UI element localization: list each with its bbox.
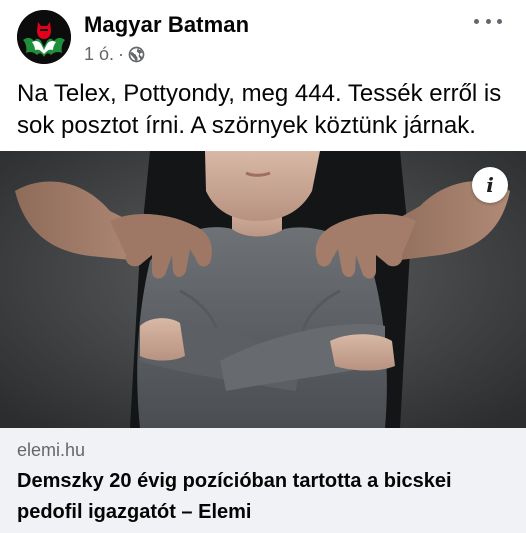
info-glyph: i (486, 173, 494, 197)
link-preview-image[interactable] (0, 151, 526, 428)
info-icon[interactable]: i (472, 167, 508, 203)
post-meta: 1 ó. · (84, 43, 145, 65)
globe-icon (128, 46, 145, 62)
batman-logo-icon (17, 10, 71, 64)
more-options-icon[interactable] (474, 12, 502, 30)
author-name[interactable]: Magyar Batman (84, 12, 249, 38)
preview-photo (0, 151, 526, 428)
post-time[interactable]: 1 ó. (84, 44, 114, 65)
more-dot (485, 18, 491, 24)
link-preview-card[interactable]: elemi.hu Demszky 20 évig pozícióban tart… (0, 428, 526, 533)
post-text: Na Telex, Pottyondy, meg 444. Tessék err… (17, 80, 502, 139)
link-title[interactable]: Demszky 20 évig pozícióban tartotta a bi… (17, 466, 517, 528)
avatar[interactable] (17, 10, 71, 64)
more-dot (474, 18, 479, 24)
more-dot (497, 18, 502, 24)
post-header: Magyar Batman 1 ó. · (0, 0, 526, 76)
meta-separator: · (118, 43, 125, 64)
link-domain: elemi.hu (17, 440, 86, 460)
